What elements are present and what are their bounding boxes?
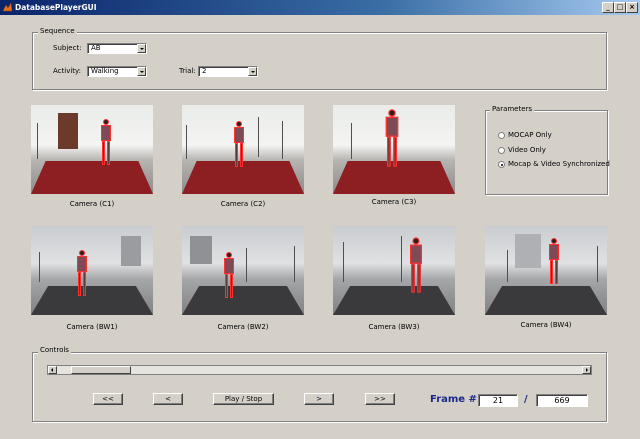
slider-left-arrow-icon[interactable] <box>48 366 57 374</box>
controls-group-label: Controls <box>38 346 71 354</box>
minimize-button[interactable]: _ <box>602 2 614 13</box>
controls-group <box>32 352 607 422</box>
close-button[interactable]: × <box>626 2 638 13</box>
camera-label-bw1: Camera (BW1) <box>66 323 118 331</box>
camera-label-c3: Camera (C3) <box>371 198 417 206</box>
radio-label-mocap-only: MOCAP Only <box>508 131 552 139</box>
camera-tripod <box>258 117 259 157</box>
minimize-icon: _ <box>606 3 610 11</box>
camera-tripod <box>401 236 402 282</box>
camera-tripod <box>597 246 598 282</box>
radio-mocap-video-synchronized[interactable] <box>498 161 505 168</box>
camera-tripod <box>351 123 352 159</box>
subject-figure <box>410 237 422 293</box>
close-icon: × <box>629 3 635 11</box>
subject-dropdown[interactable]: AB <box>87 43 147 54</box>
frame-separator: / <box>524 394 528 405</box>
camera-tripod <box>246 248 247 282</box>
dark-rug <box>485 286 607 315</box>
camera-view-bw3 <box>333 226 455 315</box>
slider-right-arrow-icon[interactable] <box>582 366 591 374</box>
camera-view-c2 <box>182 105 304 194</box>
chevron-down-icon[interactable] <box>137 44 146 53</box>
wall-panel <box>190 236 212 264</box>
chevron-down-icon[interactable] <box>137 67 146 76</box>
activity-value: Walking <box>91 67 119 75</box>
rewind-button[interactable]: << <box>93 393 123 405</box>
trial-dropdown[interactable]: 2 <box>198 66 258 77</box>
slider-thumb[interactable] <box>71 366 132 374</box>
camera-view-bw2 <box>182 226 304 315</box>
sequence-group <box>32 32 607 90</box>
camera-label-bw3: Camera (BW3) <box>368 323 420 331</box>
subject-label: Subject: <box>53 44 82 52</box>
subject-figure <box>101 119 111 165</box>
matlab-app-icon <box>2 2 13 12</box>
subject-value: AB <box>91 44 101 52</box>
camera-tripod <box>37 123 38 159</box>
camera-tripod <box>294 246 295 282</box>
parameters-group-label: Parameters <box>490 105 535 113</box>
camera-tripod <box>186 125 187 159</box>
trial-value: 2 <box>202 67 207 75</box>
dark-rug <box>182 286 304 315</box>
camera-view-bw4 <box>485 226 607 315</box>
camera-view-c1 <box>31 105 153 194</box>
activity-dropdown[interactable]: Walking <box>87 66 147 77</box>
subject-figure <box>549 238 559 284</box>
frame-number-label: Frame #: <box>430 394 481 405</box>
camera-tripod <box>507 250 508 282</box>
chevron-down-icon[interactable] <box>248 67 257 76</box>
current-frame-input[interactable]: 21 <box>478 394 518 407</box>
camera-view-c3 <box>333 105 455 194</box>
activity-label: Activity: <box>53 67 82 75</box>
subject-figure <box>234 121 244 167</box>
step-back-button[interactable]: < <box>153 393 183 405</box>
frame-slider[interactable] <box>47 365 592 375</box>
maximize-button[interactable]: □ <box>614 2 626 13</box>
radio-label-video-only: Video Only <box>508 146 546 154</box>
red-rug <box>31 161 153 194</box>
wall-panel <box>121 236 141 266</box>
window-title: DatabasePlayerGUI <box>15 3 97 12</box>
subject-figure <box>77 250 87 296</box>
camera-view-bw1 <box>31 226 153 315</box>
radio-label-mocap-video-synchronized: Mocap & Video Synchronized <box>508 160 610 168</box>
maximize-icon: □ <box>616 3 624 11</box>
play-stop-button[interactable]: Play / Stop <box>213 393 274 405</box>
subject-figure <box>224 252 234 298</box>
camera-label-c1: Camera (C1) <box>69 200 115 208</box>
camera-label-bw2: Camera (BW2) <box>217 323 269 331</box>
subject-figure <box>385 109 399 167</box>
total-frames-field: 669 <box>536 394 588 407</box>
camera-tripod <box>39 252 40 282</box>
dark-rug <box>31 286 153 315</box>
fast-forward-button[interactable]: >> <box>365 393 395 405</box>
title-bar: DatabasePlayerGUI _ □ × <box>0 0 640 15</box>
step-forward-button[interactable]: > <box>304 393 334 405</box>
sequence-group-label: Sequence <box>38 27 77 35</box>
camera-label-bw4: Camera (BW4) <box>520 321 572 329</box>
camera-tripod <box>282 121 283 159</box>
wall-panel <box>515 234 541 268</box>
radio-video-only[interactable] <box>498 147 505 154</box>
camera-label-c2: Camera (C2) <box>220 200 266 208</box>
door <box>58 113 78 149</box>
dark-rug <box>333 286 455 315</box>
trial-label: Trial: <box>179 67 196 75</box>
radio-mocap-only[interactable] <box>498 132 505 139</box>
camera-tripod <box>343 242 344 282</box>
